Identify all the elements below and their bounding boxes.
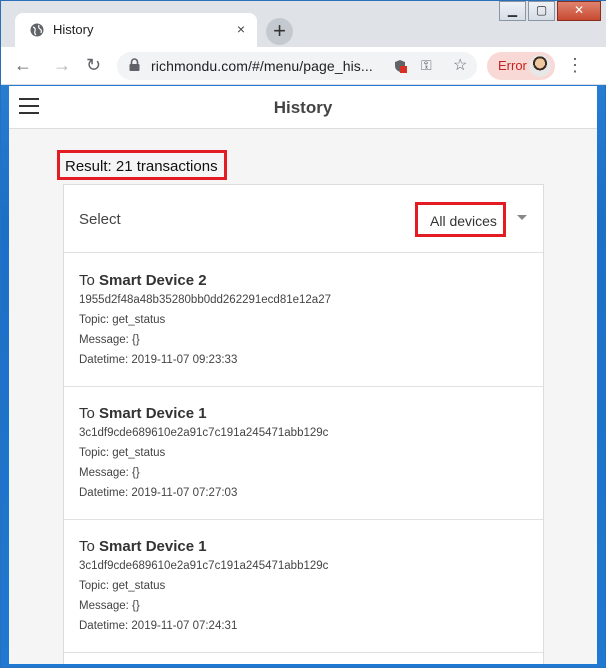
transaction-datetime: Datetime: 2019-11-07 09:23:33 bbox=[79, 354, 238, 366]
transaction-id: 3c1df9cde689610e2a91c7c191a245471abb129c bbox=[79, 560, 329, 572]
device-filter-row: Select All devices bbox=[64, 185, 543, 253]
tab-title: History bbox=[53, 22, 94, 37]
avatar bbox=[529, 55, 551, 77]
transaction-title: To Smart Device 1 bbox=[79, 405, 207, 422]
globe-icon bbox=[30, 23, 44, 37]
transaction-message: Message: {} bbox=[79, 334, 140, 346]
transaction-item[interactable]: To Smart Device 1 3c1df9cde689610e2a91c7… bbox=[64, 520, 543, 653]
history-panel: Select All devices To Smart Device 2 195… bbox=[63, 184, 544, 664]
new-tab-button[interactable]: + bbox=[266, 18, 293, 45]
address-bar[interactable]: richmondu.com/#/menu/page_his... ⚿ ☆ bbox=[117, 52, 477, 80]
minimize-button[interactable]: ▁ bbox=[499, 1, 526, 21]
transaction-datetime: Datetime: 2019-11-07 07:24:31 bbox=[79, 620, 238, 632]
transaction-topic: Topic: get_status bbox=[79, 314, 166, 326]
browser-window: History × + ▁ ▢ ✕ ← → ↻ richmondu.com/#/… bbox=[0, 0, 606, 668]
shield-blocked-icon[interactable] bbox=[393, 59, 407, 73]
page-viewport: History Result: 21 transactions Select A… bbox=[9, 86, 597, 664]
maximize-button[interactable]: ▢ bbox=[528, 1, 555, 21]
browser-toolbar: ← → ↻ richmondu.com/#/menu/page_his... ⚿… bbox=[1, 47, 606, 85]
profile-error-button[interactable]: Error bbox=[487, 52, 555, 80]
reload-icon[interactable]: ↻ bbox=[86, 55, 101, 76]
lock-icon[interactable] bbox=[129, 58, 140, 71]
transaction-datetime: Datetime: 2019-11-07 07:27:03 bbox=[79, 487, 238, 499]
more-menu-icon[interactable]: ⋮ bbox=[566, 55, 584, 76]
device-name: Smart Device 1 bbox=[99, 538, 207, 555]
main-content: Result: 21 transactions Select All devic… bbox=[9, 129, 597, 664]
transaction-id: 3c1df9cde689610e2a91c7c191a245471abb129c bbox=[79, 427, 329, 439]
app-header: History bbox=[9, 86, 597, 129]
window-controls: ▁ ▢ ✕ bbox=[497, 1, 601, 21]
transaction-title: To Smart Device 2 bbox=[79, 272, 207, 289]
tab-strip: History × + ▁ ▢ ✕ bbox=[1, 1, 606, 47]
close-window-button[interactable]: ✕ bbox=[557, 1, 601, 21]
star-icon[interactable]: ☆ bbox=[453, 55, 467, 75]
transaction-item[interactable]: To Smart Device 1 3c1df9cde689610e2a91c7… bbox=[64, 387, 543, 520]
transaction-topic: Topic: get_status bbox=[79, 447, 166, 459]
transaction-topic: Topic: get_status bbox=[79, 580, 166, 592]
transaction-message: Message: {} bbox=[79, 600, 140, 612]
page-title: History bbox=[273, 98, 333, 117]
device-select-dropdown[interactable]: All devices bbox=[415, 202, 506, 237]
filter-label: Select bbox=[79, 211, 121, 228]
device-name: Smart Device 1 bbox=[99, 405, 207, 422]
transaction-id: 1955d2f48a48b35280bb0dd262291ecd81e12a27 bbox=[79, 294, 331, 306]
back-arrow-icon[interactable]: ← bbox=[14, 55, 32, 76]
dropdown-caret-icon[interactable] bbox=[517, 215, 527, 220]
transaction-title: To Smart Device 1 bbox=[79, 538, 207, 555]
device-name: Smart Device 2 bbox=[99, 272, 207, 289]
key-icon[interactable]: ⚿ bbox=[421, 57, 432, 74]
error-label: Error bbox=[498, 58, 527, 73]
url-text: richmondu.com/#/menu/page_his... bbox=[151, 58, 373, 74]
result-count: Result: 21 transactions bbox=[57, 150, 227, 180]
forward-arrow-icon[interactable]: → bbox=[53, 55, 71, 76]
browser-tab[interactable]: History × bbox=[15, 13, 257, 47]
close-tab-icon[interactable]: × bbox=[237, 21, 245, 37]
transaction-item[interactable]: To Smart Device 2 1955d2f48a48b35280bb0d… bbox=[64, 254, 543, 387]
transaction-message: Message: {} bbox=[79, 467, 140, 479]
